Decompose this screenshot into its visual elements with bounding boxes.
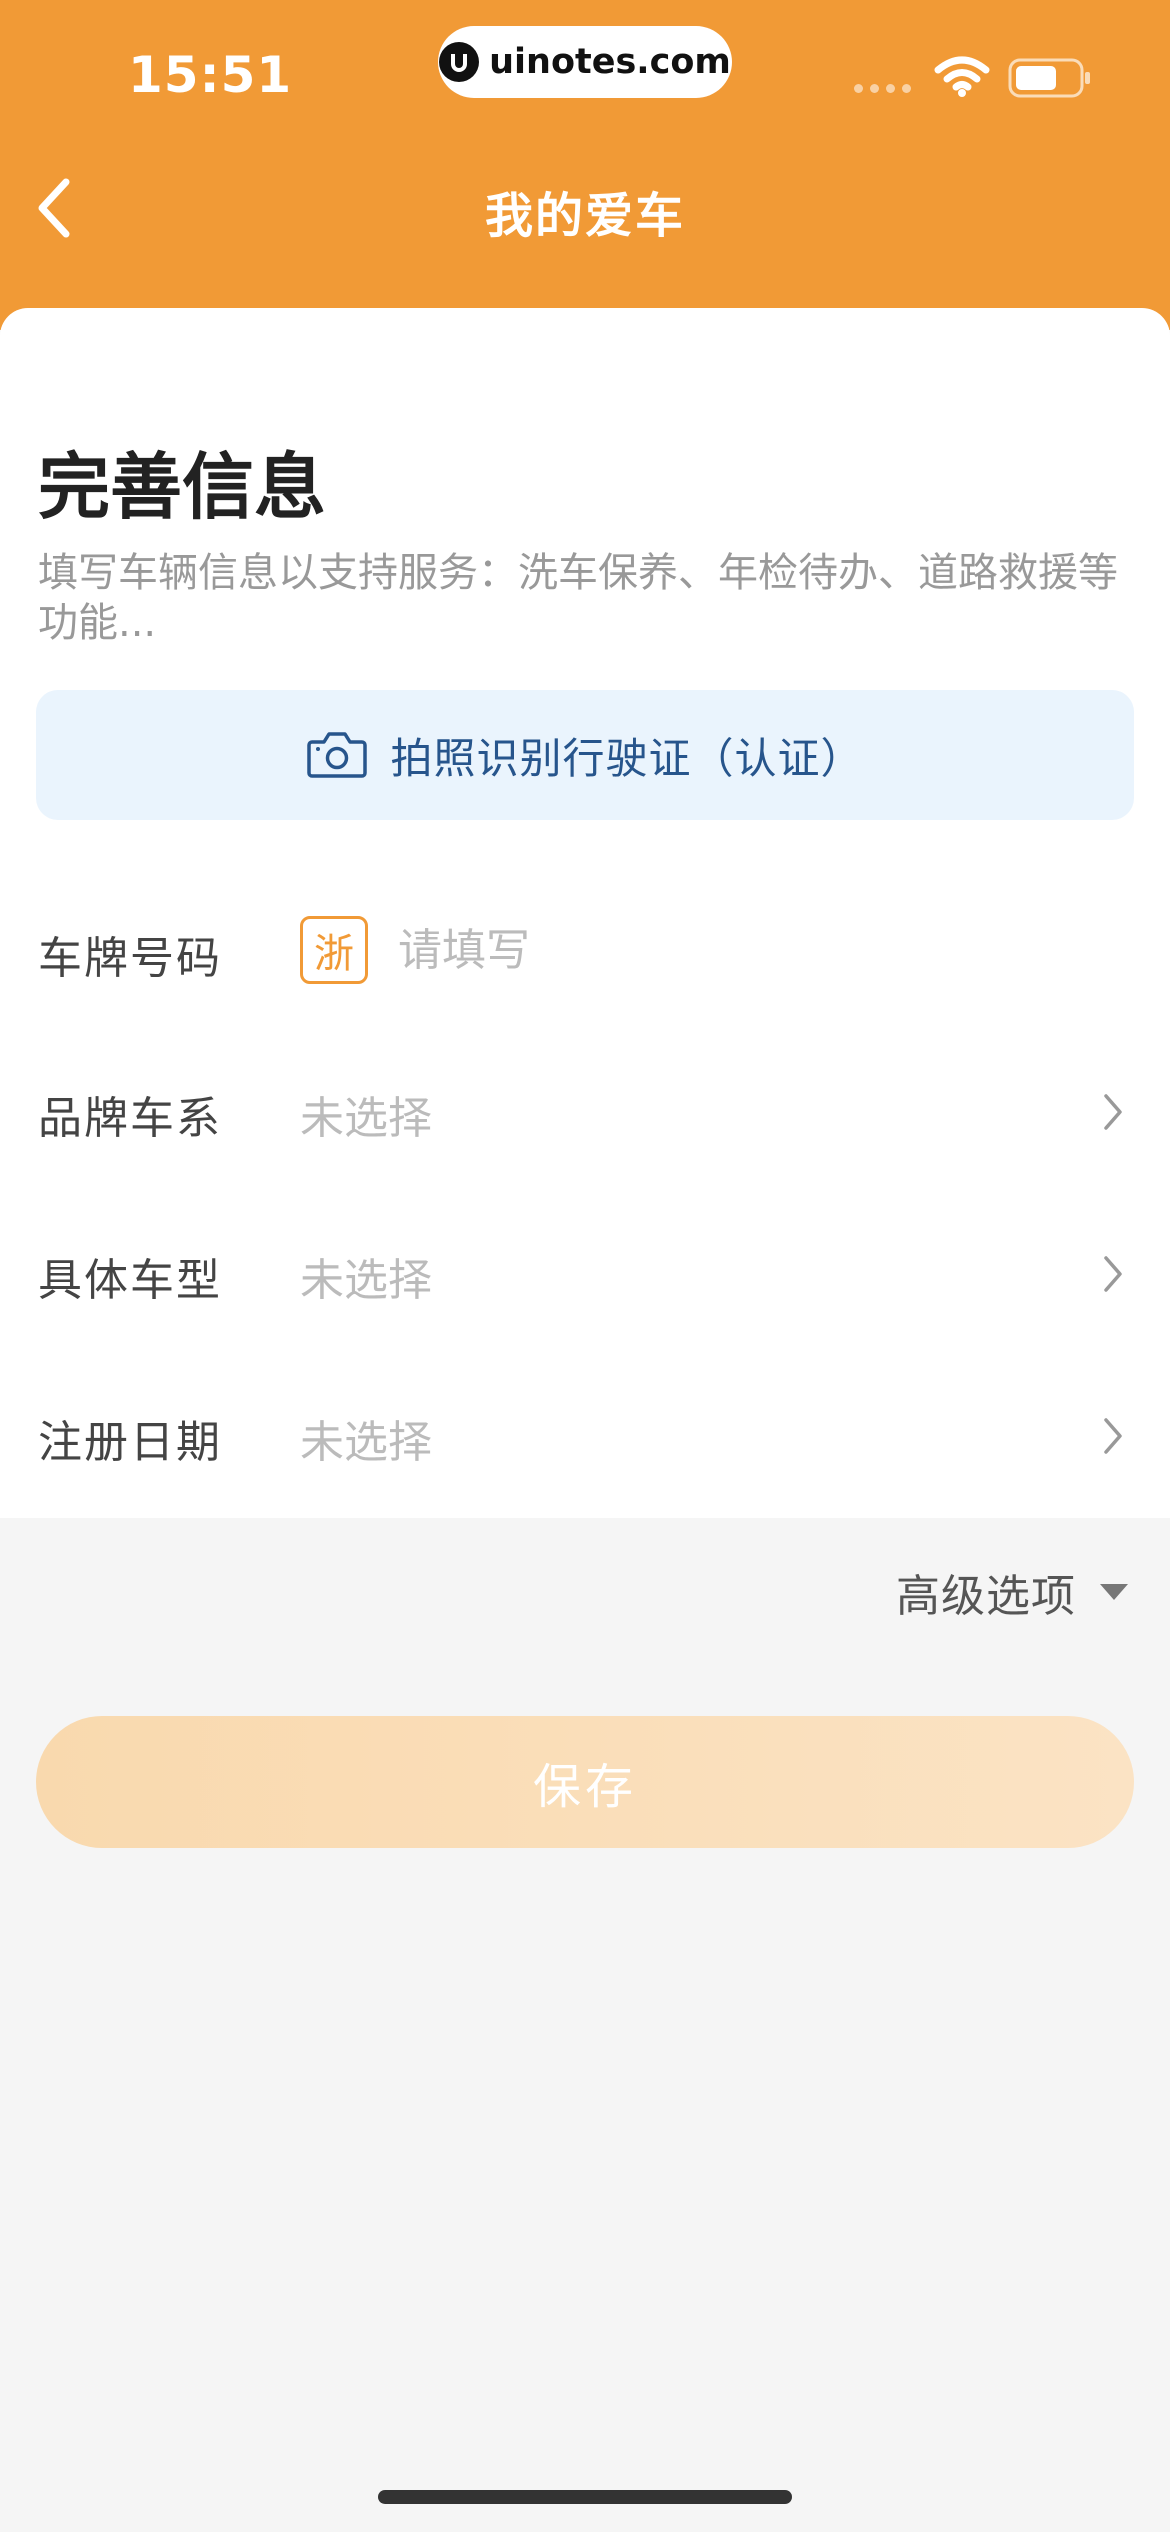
register-date-row[interactable]: 注册日期 未选择: [0, 1356, 1170, 1516]
model-value: 未选择: [300, 1255, 432, 1306]
home-indicator: [378, 2490, 792, 2504]
section-description: 填写车辆信息以支持服务：洗车保养、年检待办、道路救援等功能...: [38, 550, 1118, 646]
plate-input[interactable]: [398, 918, 998, 982]
plate-row: 车牌号码 浙: [0, 872, 1170, 1032]
battery-icon: [1008, 58, 1090, 98]
plate-label: 车牌号码: [38, 933, 222, 984]
advanced-options-toggle[interactable]: 高级选项: [896, 1560, 1130, 1624]
scan-license-label: 拍照识别行驶证（认证）: [390, 733, 864, 783]
chevron-right-icon: [1104, 1256, 1122, 1292]
status-time: 15:51: [128, 46, 293, 104]
brand-row[interactable]: 品牌车系 未选择: [0, 1032, 1170, 1192]
advanced-options-label: 高级选项: [896, 1571, 1076, 1622]
brand-label: 品牌车系: [38, 1093, 222, 1144]
status-bar: 15:51 uinotes.com: [0, 0, 1170, 140]
wifi-icon: [934, 56, 990, 97]
cellular-signal-icon: [854, 84, 911, 93]
chevron-right-icon: [1104, 1094, 1122, 1130]
save-button-label: 保存: [532, 1759, 637, 1815]
save-button[interactable]: 保存: [36, 1716, 1134, 1848]
page-title: 我的爱车: [484, 188, 685, 244]
scan-license-button[interactable]: 拍照识别行驶证（认证）: [36, 690, 1134, 820]
camera-icon: [307, 732, 368, 778]
register-date-label: 注册日期: [38, 1417, 222, 1468]
model-label: 具体车型: [38, 1255, 222, 1306]
province-selector[interactable]: 浙: [300, 916, 368, 984]
url-text: uinotes.com: [489, 42, 731, 82]
register-date-value: 未选择: [300, 1417, 432, 1468]
chevron-right-icon: [1104, 1418, 1122, 1454]
section-title: 完善信息: [38, 445, 327, 529]
site-logo-icon: [439, 42, 480, 82]
url-pill: uinotes.com: [438, 26, 732, 98]
caret-down-icon: [1100, 1584, 1128, 1600]
brand-value: 未选择: [300, 1093, 432, 1144]
model-row[interactable]: 具体车型 未选择: [0, 1194, 1170, 1354]
